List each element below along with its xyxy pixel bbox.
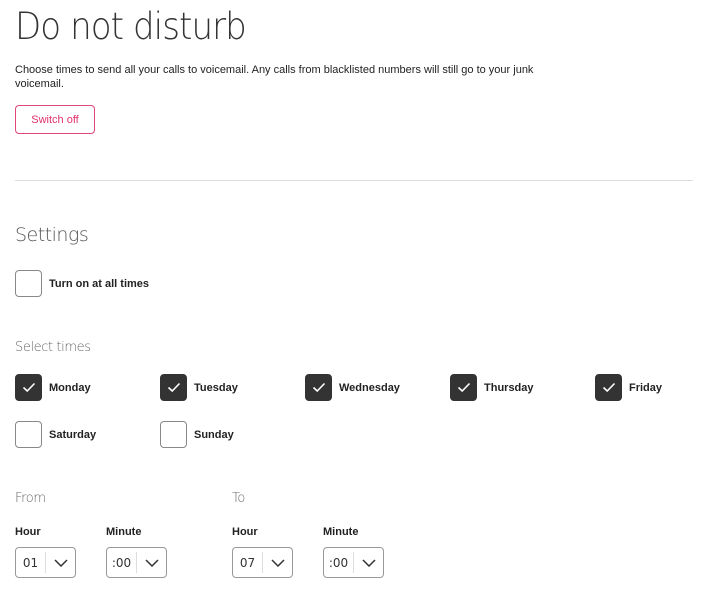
checkmark-icon [312, 382, 325, 393]
page-description: Choose times to send all your calls to v… [15, 64, 534, 90]
friday-checkbox[interactable] [595, 374, 622, 401]
checkmark-icon [457, 382, 470, 393]
from-hour-value: 01 [22, 555, 39, 570]
to-heading: To [232, 491, 245, 506]
to-minute-value: :00 [328, 555, 349, 570]
to-minute-select[interactable]: :00 [323, 547, 384, 578]
day-option-saturday[interactable]: Saturday [15, 421, 96, 448]
monday-label: Monday [49, 381, 91, 394]
tuesday-label: Tuesday [194, 381, 238, 394]
select-times-heading: Select times [15, 340, 91, 355]
section-divider [15, 180, 693, 181]
from-hour-select[interactable]: 01 [15, 547, 76, 578]
settings-heading: Settings [15, 224, 89, 246]
to-hour-label: Hour [232, 526, 258, 538]
to-hour-select[interactable]: 07 [232, 547, 293, 578]
saturday-label: Saturday [49, 428, 97, 441]
from-minute-value: :00 [111, 555, 132, 570]
always-on-checkbox[interactable] [15, 270, 42, 297]
checkmark-icon [167, 382, 180, 393]
from-heading: From [15, 491, 46, 506]
to-minute-label: Minute [323, 526, 359, 538]
day-option-wednesday[interactable]: Wednesday [305, 374, 400, 401]
friday-label: Friday [629, 381, 663, 394]
wednesday-label: Wednesday [339, 381, 400, 394]
checkmark-icon [602, 382, 615, 393]
day-option-friday[interactable]: Friday [595, 374, 662, 401]
always-on-option[interactable]: Turn on at all times [15, 270, 149, 297]
tuesday-checkbox[interactable] [160, 374, 187, 401]
thursday-checkbox[interactable] [450, 374, 477, 401]
monday-checkbox[interactable] [15, 374, 42, 401]
to-hour-value: 07 [239, 555, 256, 570]
day-option-tuesday[interactable]: Tuesday [160, 374, 238, 401]
from-minute-select[interactable]: :00 [106, 547, 167, 578]
switch-off-button[interactable]: Switch off [15, 105, 95, 134]
from-hour-label: Hour [15, 526, 41, 538]
chevron-down-icon [144, 558, 159, 567]
sunday-label: Sunday [194, 428, 234, 441]
day-option-sunday[interactable]: Sunday [160, 421, 234, 448]
day-option-monday[interactable]: Monday [15, 374, 91, 401]
always-on-label: Turn on at all times [49, 277, 150, 290]
chevron-down-icon [53, 558, 68, 567]
saturday-checkbox[interactable] [15, 421, 42, 448]
page-title: Do not disturb [15, 5, 247, 48]
from-minute-label: Minute [106, 526, 142, 538]
checkmark-icon [22, 382, 35, 393]
sunday-checkbox[interactable] [160, 421, 187, 448]
thursday-label: Thursday [484, 381, 534, 394]
day-option-thursday[interactable]: Thursday [450, 374, 534, 401]
chevron-down-icon [361, 558, 376, 567]
wednesday-checkbox[interactable] [305, 374, 332, 401]
chevron-down-icon [270, 558, 285, 567]
